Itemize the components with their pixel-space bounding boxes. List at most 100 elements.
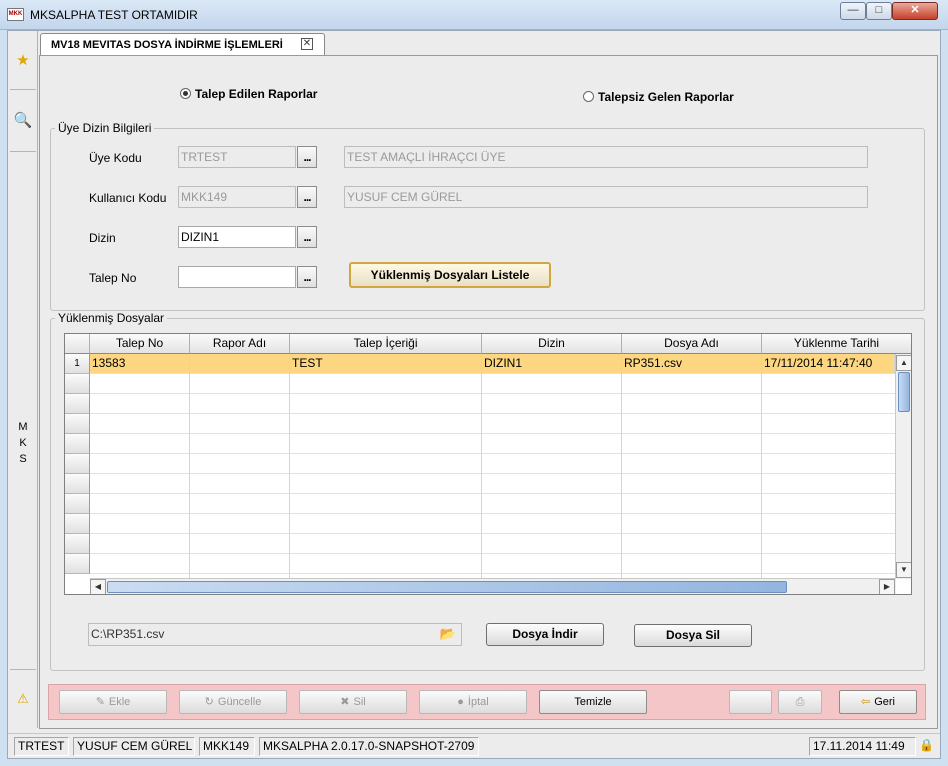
vertical-scrollbar[interactable]: ▲ ▼	[895, 354, 911, 579]
table-cell: TEST	[290, 354, 482, 374]
column-divider	[481, 374, 482, 578]
title-bar: MKK MKSALPHA TEST ORTAMIDIR — □ ✕	[0, 0, 948, 30]
row-header[interactable]	[65, 554, 90, 574]
rail-divider	[10, 669, 36, 670]
row-header[interactable]	[65, 514, 90, 534]
kullanici-adi-field: YUSUF CEM GÜREL	[344, 186, 868, 208]
row-header[interactable]	[65, 394, 90, 414]
horizontal-scrollbar[interactable]: ◀ ▶	[90, 578, 896, 594]
talep-no-lookup-button[interactable]: ...	[297, 266, 317, 288]
horizontal-scroll-thumb[interactable]	[107, 581, 787, 593]
dizin-lookup-button[interactable]: ...	[297, 226, 317, 248]
dizin-label: Dizin	[89, 231, 116, 245]
kullanici-kodu-field[interactable]: MKK149	[178, 186, 296, 208]
scroll-right-icon[interactable]: ▶	[879, 579, 895, 594]
close-window-button[interactable]: ✕	[892, 2, 938, 20]
table-row[interactable]	[90, 434, 895, 454]
status-member: TRTEST	[14, 737, 69, 756]
radio-label: Talep Edilen Raporlar	[195, 87, 318, 101]
scroll-down-icon[interactable]: ▼	[896, 562, 911, 578]
warning-icon[interactable]: ⚠	[13, 689, 33, 709]
row-header[interactable]	[65, 434, 90, 454]
blank-button[interactable]	[729, 690, 772, 714]
row-header[interactable]	[65, 494, 90, 514]
radio-checked-icon	[180, 88, 191, 99]
dizin-field[interactable]: DIZIN1	[178, 226, 296, 248]
radio-talep-edilen[interactable]: Talep Edilen Raporlar	[180, 87, 317, 101]
talep-no-field[interactable]	[178, 266, 296, 288]
row-header[interactable]	[65, 474, 90, 494]
table-cell: RP351.csv	[622, 354, 762, 374]
uye-adi-field: TEST AMAÇLI İHRAÇCI ÜYE	[344, 146, 868, 168]
maximize-button[interactable]: □	[866, 2, 892, 20]
arrow-left-icon: ⇦	[861, 696, 871, 708]
talep-no-label: Talep No	[89, 271, 137, 285]
table-row[interactable]	[90, 534, 895, 554]
close-tab-icon[interactable]: ✕	[301, 38, 313, 50]
uye-kodu-field[interactable]: TRTEST	[178, 146, 296, 168]
cancel-label: İptal	[467, 696, 489, 708]
kullanici-kodu-lookup-button[interactable]: ...	[297, 186, 317, 208]
row-header[interactable]	[65, 414, 90, 434]
minimize-button[interactable]: —	[840, 2, 866, 20]
column-header[interactable]: Dosya Adı	[622, 334, 762, 354]
table-row[interactable]	[90, 414, 895, 434]
table-row[interactable]	[90, 494, 895, 514]
update-button[interactable]: ↻ Güncelle	[179, 690, 287, 714]
star-icon[interactable]: ★	[13, 51, 33, 71]
table-cell: 13583	[90, 354, 190, 374]
files-group-title: Yüklenmiş Dosyalar	[55, 311, 168, 325]
table-row[interactable]: 13583 TEST DIZIN1 RP351.csv 17/11/2014 1…	[90, 354, 895, 374]
window-title: MKSALPHA TEST ORTAMIDIR	[30, 8, 198, 22]
search-icon[interactable]: 🔍	[13, 111, 33, 131]
folder-open-icon[interactable]: 📂	[438, 625, 458, 643]
clear-label: Temizle	[574, 696, 612, 708]
rail-divider	[10, 151, 36, 152]
tab-mv18[interactable]: MV18 MEVITAS DOSYA İNDİRME İŞLEMLERİ ✕	[40, 33, 325, 56]
radio-talepsiz-gelen[interactable]: Talepsiz Gelen Raporlar	[583, 90, 734, 104]
cancel-button[interactable]: ● İptal	[419, 690, 527, 714]
table-row[interactable]	[90, 514, 895, 534]
row-header[interactable]	[65, 534, 90, 554]
uye-kodu-lookup-button[interactable]: ...	[297, 146, 317, 168]
column-header[interactable]: Talep No	[90, 334, 190, 354]
table-row[interactable]	[90, 394, 895, 414]
cancel-icon: ●	[457, 696, 464, 708]
status-datetime: 17.11.2014 11:49	[809, 737, 916, 756]
radio-unchecked-icon	[583, 91, 594, 102]
status-version: MKSALPHA 2.0.17.0-SNAPSHOT-2709	[259, 737, 479, 756]
table-row[interactable]	[90, 554, 895, 574]
back-button[interactable]: ⇦ Geri	[839, 690, 917, 714]
scroll-left-icon[interactable]: ◀	[90, 579, 106, 594]
print-button[interactable]: ⎙	[778, 690, 822, 714]
x-icon: ✖	[340, 696, 350, 708]
delete-label: Sil	[353, 696, 366, 708]
delete-button[interactable]: ✖ Sil	[299, 690, 407, 714]
print-icon: ⎙	[795, 696, 805, 708]
row-header[interactable]	[65, 374, 90, 394]
table-row[interactable]	[90, 474, 895, 494]
table-cell	[190, 354, 290, 374]
column-header[interactable]: Talep İçeriği	[290, 334, 482, 354]
file-path-field[interactable]: C:\RP351.csv	[88, 623, 462, 646]
rail-mks-label: M K S	[18, 421, 28, 465]
list-files-button[interactable]: Yüklenmiş Dosyaları Listele	[349, 262, 551, 288]
column-divider	[289, 374, 290, 578]
scroll-up-icon[interactable]: ▲	[896, 355, 911, 371]
vertical-scroll-thumb[interactable]	[898, 372, 910, 412]
table-corner	[65, 334, 90, 354]
table-cell: 17/11/2014 11:47:40	[762, 354, 895, 374]
table-row[interactable]	[90, 374, 895, 394]
row-header[interactable]: 1	[65, 354, 90, 374]
files-table: Talep No Rapor Adı Talep İçeriği Dizin D…	[64, 333, 912, 595]
download-file-button[interactable]: Dosya İndir	[486, 623, 604, 646]
table-row[interactable]	[90, 454, 895, 474]
column-header[interactable]: Dizin	[482, 334, 622, 354]
column-header[interactable]: Yüklenme Tarihi	[762, 334, 911, 354]
back-label: Geri	[874, 696, 895, 708]
row-header[interactable]	[65, 454, 90, 474]
column-header[interactable]: Rapor Adı	[190, 334, 290, 354]
add-button[interactable]: ✎ Ekle	[59, 690, 167, 714]
delete-file-button[interactable]: Dosya Sil	[634, 624, 752, 647]
clear-button[interactable]: Temizle	[539, 690, 647, 714]
